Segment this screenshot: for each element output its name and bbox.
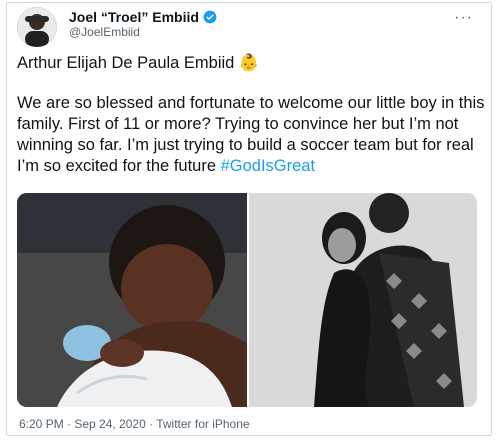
avatar[interactable]	[17, 7, 57, 47]
ellipsis-icon[interactable]: ···	[454, 9, 473, 27]
user-handle[interactable]: @JoelEmbiid	[69, 25, 140, 39]
photo-1[interactable]	[17, 193, 247, 407]
hashtag-link[interactable]: #GodIsGreat	[221, 157, 315, 175]
verified-badge-icon	[203, 10, 217, 24]
tweet-title-line: Arthur Elijah De Paula Embiid 👶	[17, 54, 260, 72]
name-row: Joel “Troel” Embiid	[69, 9, 217, 25]
tweet-card: Joel “Troel” Embiid @JoelEmbiid ··· Arth…	[6, 2, 492, 436]
tweet-text: We are so blessed and fortunate to welco…	[17, 93, 487, 177]
display-name[interactable]: Joel “Troel” Embiid	[69, 9, 199, 25]
photo-2[interactable]	[249, 193, 477, 407]
tweet-timestamp[interactable]: 6:20 PM · Sep 24, 2020 · Twitter for iPh…	[19, 417, 250, 431]
media-grid	[17, 193, 477, 407]
